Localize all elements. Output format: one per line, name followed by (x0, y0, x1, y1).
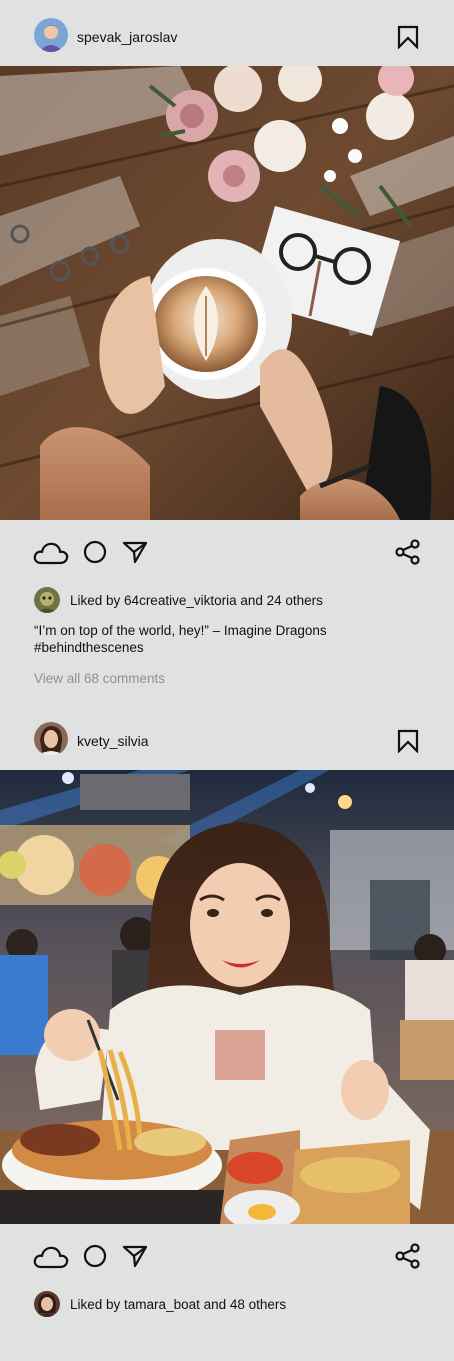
likes-count[interactable]: and 24 others (237, 593, 323, 608)
likes-text: Liked by tamara_boat and 48 others (70, 1297, 286, 1313)
caption-hashtag[interactable]: #behindthescenes (34, 639, 434, 656)
post-photo[interactable] (0, 66, 454, 520)
username[interactable]: kvety_silvia (77, 733, 149, 749)
likes-prefix: Liked by (70, 593, 125, 608)
likes-text: Liked by 64creative_viktoria and 24 othe… (70, 593, 323, 609)
caption-text: “I’m on top of the world, hey!” – Imagin… (34, 623, 327, 638)
likes-count[interactable]: and 48 others (200, 1297, 287, 1312)
likes-summary: Liked by tamara_boat and 48 others (34, 1291, 434, 1317)
likes-prefix: Liked by (70, 1297, 125, 1312)
username[interactable]: spevak_jaroslav (77, 29, 177, 45)
send-arrow-icon[interactable] (122, 1244, 148, 1268)
post-header: kvety_silvia (0, 704, 454, 770)
circle-icon[interactable] (83, 540, 107, 564)
liker-username[interactable]: 64creative_viktoria (124, 593, 237, 608)
post-header: spevak_jaroslav (0, 0, 454, 66)
avatar[interactable] (34, 722, 68, 756)
liker-avatar[interactable] (34, 587, 60, 613)
bookmark-icon[interactable] (396, 729, 420, 754)
post-card: spevak_jaroslav Liked by 64creative_vikt… (0, 0, 454, 704)
liker-avatar[interactable] (34, 1291, 60, 1317)
share-icon[interactable] (395, 539, 421, 565)
bookmark-icon[interactable] (396, 25, 420, 50)
post-card: kvety_silvia Liked by tamara_boat and 48… (0, 704, 454, 1361)
avatar[interactable] (34, 18, 68, 52)
post-actions (0, 520, 454, 586)
circle-icon[interactable] (83, 1244, 107, 1268)
view-comments-link[interactable]: View all 68 comments (34, 671, 165, 687)
send-arrow-icon[interactable] (122, 540, 148, 564)
liker-username[interactable]: tamara_boat (124, 1297, 200, 1312)
likes-summary: Liked by 64creative_viktoria and 24 othe… (34, 587, 434, 613)
post-photo[interactable] (0, 770, 454, 1224)
post-caption: “I’m on top of the world, hey!” – Imagin… (34, 622, 434, 656)
share-icon[interactable] (395, 1243, 421, 1269)
cloud-icon[interactable] (33, 1244, 69, 1270)
cloud-icon[interactable] (33, 540, 69, 566)
post-actions (0, 1224, 454, 1290)
